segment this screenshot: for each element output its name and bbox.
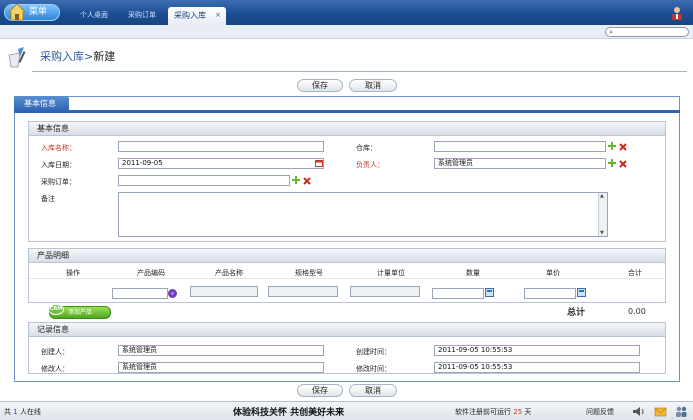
- note-label: 备注: [41, 195, 55, 203]
- speaker-icon[interactable]: [632, 405, 645, 418]
- entry-date-label: 入库日期：: [41, 161, 76, 169]
- quantity-input[interactable]: [432, 288, 484, 299]
- mail-icon[interactable]: [654, 405, 667, 418]
- cancel-button[interactable]: 取消: [349, 79, 397, 92]
- manager-label: 负责人：: [356, 161, 384, 169]
- creator-label: 创建人：: [41, 348, 69, 356]
- warehouse-label: 仓库：: [356, 144, 377, 152]
- column-header: 计量单位: [377, 269, 405, 277]
- spec-input: [268, 286, 338, 297]
- feedback-link[interactable]: 问题反馈: [586, 407, 614, 417]
- tab-underline: [14, 110, 680, 113]
- tab-purchase-order[interactable]: 采购订单: [120, 7, 164, 25]
- menu-button[interactable]: 菜单: [4, 3, 60, 21]
- document-pen-icon: [8, 47, 26, 68]
- crm-badge: CRM: [48, 304, 64, 315]
- column-header: 合计: [628, 269, 642, 277]
- breadcrumb-parent[interactable]: 采购入库: [40, 50, 84, 63]
- tab-purchase-inbound[interactable]: 采购入库 ×: [168, 7, 226, 25]
- unit-input: [350, 286, 420, 297]
- scrollbar[interactable]: ▲ ▼: [598, 193, 607, 236]
- add-icon[interactable]: [292, 176, 300, 184]
- manager-input[interactable]: 系统管理员: [434, 158, 606, 169]
- menu-label: 菜单: [29, 7, 48, 17]
- tab-label: 采购订单: [128, 11, 156, 19]
- created-time-label: 创建时间：: [356, 348, 391, 356]
- column-header: 单价: [546, 269, 560, 277]
- breadcrumb-separator: >: [84, 50, 94, 63]
- search-bar: ⌕: [0, 25, 693, 39]
- purchase-order-input[interactable]: [118, 175, 290, 186]
- search-icon: ⌕: [609, 28, 613, 36]
- column-header: 产品名称: [215, 269, 243, 277]
- tab-label: 采购入库: [174, 11, 206, 20]
- search-icon[interactable]: ⌕: [168, 289, 177, 298]
- entry-name-input[interactable]: [118, 141, 324, 152]
- column-header: 规格型号: [295, 269, 323, 277]
- add-icon[interactable]: [608, 159, 616, 167]
- modifier-label: 修改人：: [41, 365, 69, 373]
- created-time-field: 2011-09-05 10:55:53: [434, 345, 640, 356]
- users-icon[interactable]: [675, 405, 688, 418]
- save-button[interactable]: 保存: [297, 384, 343, 397]
- price-input[interactable]: [524, 288, 576, 299]
- section-title: 记录信息: [29, 323, 665, 337]
- calendar-icon[interactable]: [315, 159, 323, 167]
- divider: [32, 71, 687, 72]
- page-title: 采购入库>新建: [40, 48, 115, 64]
- total-label: 总计: [567, 308, 586, 318]
- column-header: 操作: [66, 269, 80, 277]
- trial-notice: 软件注册前可运行 25 天: [455, 408, 532, 416]
- column-header: 数量: [466, 269, 480, 277]
- title-area: 采购入库>新建: [0, 39, 693, 75]
- purchase-order-label: 采购订单：: [41, 178, 76, 186]
- save-button[interactable]: 保存: [297, 79, 343, 92]
- modified-time-label: 修改时间：: [356, 365, 391, 373]
- delete-icon[interactable]: [619, 143, 627, 151]
- user-icon[interactable]: [670, 6, 684, 20]
- note-textarea[interactable]: [118, 192, 608, 237]
- home-icon: [8, 3, 26, 21]
- tab-desktop[interactable]: 个人桌面: [70, 7, 118, 25]
- modified-time-field: 2011-09-05 10:55:53: [434, 362, 640, 373]
- section-title: 产品明细: [29, 249, 665, 263]
- top-bar: 菜单 个人桌面 采购订单 采购入库 ×: [0, 0, 693, 25]
- add-icon[interactable]: [608, 142, 616, 150]
- add-product-button[interactable]: CRM 添加产品: [48, 304, 111, 319]
- entry-date-input[interactable]: 2011-09-05: [118, 158, 324, 169]
- creator-field: 系统管理员: [118, 345, 324, 356]
- calculator-icon[interactable]: [485, 288, 494, 297]
- slogan: 体验科技关怀 共创美好未来: [233, 408, 345, 418]
- product-name-input: [190, 286, 258, 297]
- breadcrumb-current: 新建: [93, 50, 116, 63]
- close-icon[interactable]: ×: [215, 7, 221, 24]
- cancel-button[interactable]: 取消: [349, 384, 397, 397]
- button-label: 添加产品: [68, 309, 93, 316]
- tab-label: 个人桌面: [80, 11, 108, 19]
- entry-name-label: 入库名称：: [41, 144, 76, 152]
- warehouse-input[interactable]: [434, 141, 606, 152]
- online-count: 共 1 人在线: [4, 408, 41, 416]
- column-header: 产品编码: [137, 269, 165, 277]
- section-title: 基本信息: [29, 122, 665, 136]
- status-bar: 共 1 人在线 体验科技关怀 共创美好未来 软件注册前可运行 25 天 问题反馈: [0, 401, 693, 420]
- delete-icon[interactable]: [303, 177, 311, 185]
- total-value: 0.00: [628, 307, 646, 316]
- scroll-down-icon[interactable]: ▼: [600, 230, 604, 236]
- product-code-input[interactable]: [112, 288, 168, 299]
- delete-icon[interactable]: [619, 160, 627, 168]
- tab-basic-info[interactable]: 基本信息: [14, 96, 69, 111]
- scroll-up-icon[interactable]: ▲: [600, 193, 604, 199]
- modifier-field: 系统管理员: [118, 362, 324, 373]
- calculator-icon[interactable]: [577, 288, 586, 297]
- search-input[interactable]: ⌕: [605, 27, 689, 37]
